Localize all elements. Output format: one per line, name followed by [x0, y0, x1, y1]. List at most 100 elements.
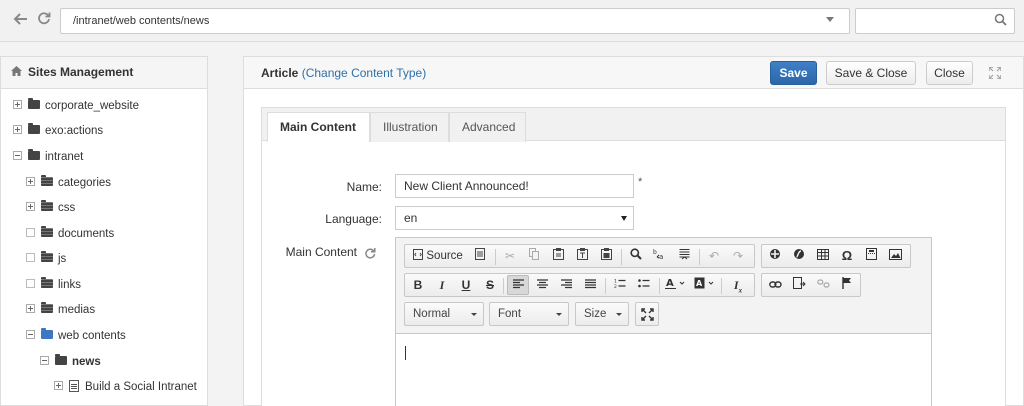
tab-advanced[interactable]: Advanced [449, 112, 526, 142]
tab-illustration[interactable]: Illustration [370, 112, 449, 142]
tree-item-web-contents[interactable]: web contents [26, 327, 126, 345]
collapse-icon[interactable] [13, 151, 22, 161]
tree-item-label: Build a Social Intranet [85, 381, 197, 393]
name-field[interactable]: New Client Announced! [395, 174, 634, 198]
tree-item-documents[interactable]: documents [26, 225, 114, 243]
insert-link-icon[interactable] [790, 277, 808, 293]
expand-icon[interactable] [26, 304, 35, 314]
close-button[interactable]: Close [926, 61, 973, 85]
bulleted-list-icon[interactable] [635, 277, 653, 293]
align-left-icon[interactable] [507, 275, 529, 295]
expand-icon[interactable] [54, 381, 63, 391]
anchor-flag-icon[interactable] [838, 277, 856, 293]
cut-icon[interactable]: ✂ [501, 248, 519, 264]
find-icon[interactable] [627, 248, 645, 264]
format-select[interactable]: Normal [404, 302, 484, 326]
chevron-down-icon [621, 216, 627, 221]
font-select[interactable]: Font [489, 302, 569, 326]
underline-icon[interactable]: U [457, 277, 475, 293]
copy-icon[interactable] [525, 248, 543, 264]
flash-icon[interactable] [790, 248, 808, 264]
size-select-value: Size [584, 308, 607, 320]
path-input[interactable]: /intranet/web contents/news [60, 8, 850, 34]
tree-item-links[interactable]: links [26, 276, 81, 294]
page-break-icon[interactable] [862, 248, 880, 264]
tree-item-exo-actions[interactable]: exo:actions [13, 122, 103, 140]
language-select[interactable]: en [395, 206, 634, 230]
tree-item-categories[interactable]: categories [26, 174, 111, 192]
replace-icon[interactable]: ba [651, 248, 669, 264]
background-color-icon[interactable]: A [693, 277, 717, 293]
paste-icon[interactable] [549, 248, 567, 264]
expand-icon[interactable] [13, 125, 22, 135]
refresh-icon[interactable] [364, 247, 376, 259]
numbered-list-icon[interactable]: 12 [611, 277, 629, 293]
plugin-icon[interactable] [766, 248, 784, 264]
maximize-button[interactable] [635, 302, 659, 326]
toolbar-group-insert: Ω [761, 244, 911, 268]
chevron-down-icon[interactable] [826, 17, 834, 22]
collapse-icon[interactable] [26, 330, 35, 340]
tree-item-build-a-social-intranet[interactable]: Build a Social Intranet [54, 378, 197, 396]
remove-format-icon[interactable]: Ix [729, 277, 747, 294]
special-char-icon[interactable]: Ω [838, 248, 856, 264]
tree-item-css[interactable]: css [26, 199, 75, 217]
source-label: Source [426, 250, 463, 262]
strikethrough-icon[interactable]: S [481, 277, 499, 293]
sidebar-header: Sites Management [1, 57, 207, 89]
search-icon[interactable] [994, 13, 1007, 26]
toolbar-separator [659, 278, 660, 294]
tree-item-label: exo:actions [45, 125, 104, 137]
name-label: Name: [346, 180, 382, 194]
text-color-icon[interactable]: A [664, 277, 688, 293]
table-icon[interactable] [814, 248, 832, 264]
required-marker: * [638, 176, 643, 188]
justify-icon[interactable] [581, 277, 599, 293]
paste-text-icon[interactable] [573, 248, 591, 264]
unlink-icon[interactable] [814, 277, 832, 293]
undo-icon[interactable]: ↶ [705, 248, 723, 264]
source-button[interactable]: Source [409, 248, 467, 264]
templates-icon[interactable] [471, 248, 489, 264]
link-icon[interactable] [766, 277, 784, 293]
toolbar-group-formatting: B I U S 1 2 A A Ix [404, 273, 755, 297]
select-all-icon[interactable] [675, 248, 693, 264]
refresh-icon[interactable] [35, 11, 53, 29]
change-content-type-link[interactable]: (Change Content Type) [302, 66, 427, 80]
save-button[interactable]: Save [770, 61, 817, 85]
size-select[interactable]: Size [575, 302, 629, 326]
tree-item-intranet[interactable]: intranet [13, 148, 83, 166]
content-form-box: Main Content Illustration Advanced Name:… [261, 107, 1006, 406]
svg-text:A: A [696, 279, 703, 288]
tree-item-label: categories [58, 177, 112, 189]
image-icon[interactable] [886, 248, 904, 264]
tree-item-js[interactable]: js [26, 250, 66, 268]
redo-icon[interactable]: ↷ [729, 248, 747, 264]
align-right-icon[interactable] [557, 277, 575, 293]
italic-icon[interactable]: I [433, 277, 451, 293]
chevron-down-icon [471, 313, 477, 316]
toolbar-separator [721, 278, 722, 294]
tree-item-label: links [58, 279, 82, 291]
bold-icon[interactable]: B [409, 277, 427, 293]
save-and-close-button[interactable]: Save & Close [826, 61, 916, 85]
tree-item-news[interactable]: news [40, 353, 101, 371]
paste-from-word-icon[interactable] [597, 248, 615, 264]
collapse-icon[interactable] [40, 356, 49, 366]
align-center-icon[interactable] [533, 277, 551, 293]
expand-icon[interactable] [26, 202, 35, 212]
editor-body[interactable] [396, 335, 931, 406]
tree-item-corporate-website[interactable]: corporate_website [13, 97, 139, 115]
expand-icon[interactable] [26, 177, 35, 187]
back-arrow-icon[interactable] [12, 11, 30, 29]
search-input[interactable] [855, 8, 1015, 34]
expand-icon[interactable] [13, 100, 22, 110]
language-label: Language: [325, 212, 382, 226]
editor-toolbar: Source ✂ b a ↶ ↷ Ω B I U S 1 2 A A Ix No… [396, 238, 931, 334]
folder-icon [41, 277, 53, 289]
folder-icon [41, 200, 53, 212]
tree-item-medias[interactable]: medias [26, 301, 95, 319]
fullscreen-icon[interactable] [989, 67, 1001, 79]
leaf-icon [26, 228, 35, 238]
tab-main-content[interactable]: Main Content [267, 112, 370, 142]
